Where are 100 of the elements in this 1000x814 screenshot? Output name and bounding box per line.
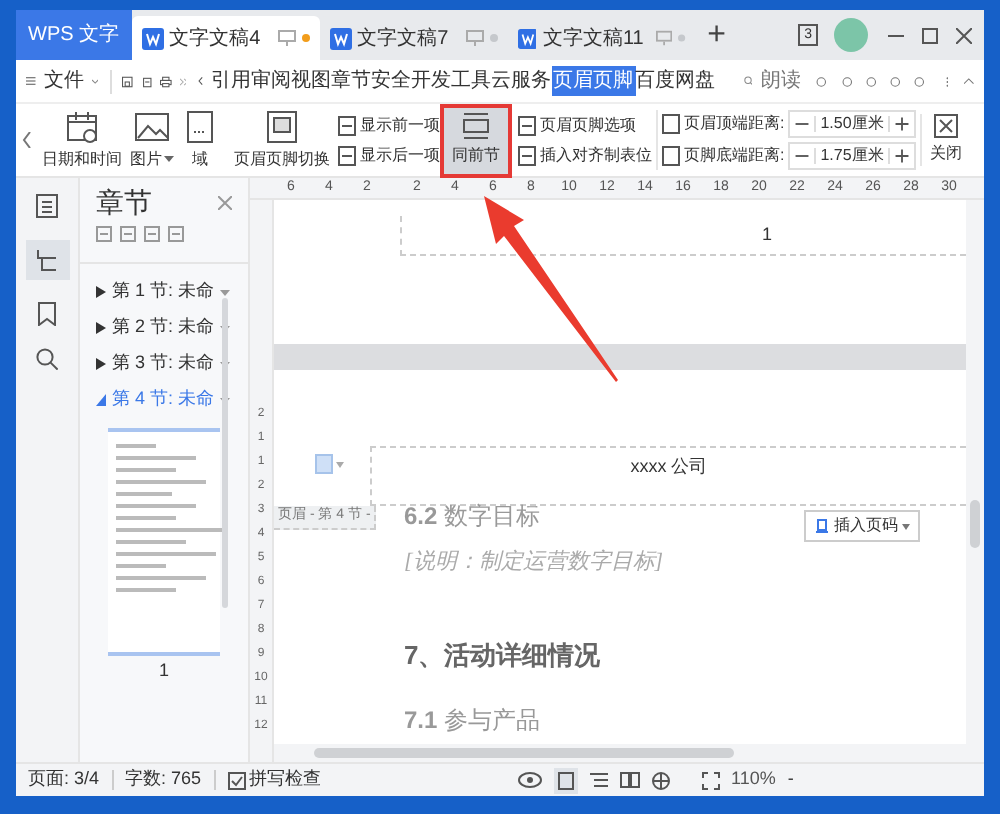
menu-tab[interactable]: 引用 <box>211 66 252 96</box>
collapsed-triangle-icon <box>96 358 106 370</box>
spinner-value: 1.75厘米 <box>818 144 886 168</box>
field-icon <box>182 109 218 143</box>
zoom-out-button[interactable]: - <box>787 766 794 794</box>
spell-check-button[interactable]: 拼写检查 <box>227 766 322 794</box>
expand-all-icon[interactable] <box>96 226 112 242</box>
check-box-icon <box>227 771 246 789</box>
chapters-panel-button[interactable] <box>25 240 69 280</box>
document-icon <box>329 27 352 49</box>
ribbon-button[interactable]: 显示后一项 <box>338 143 440 167</box>
monitor-icon <box>655 30 672 46</box>
section-item[interactable]: 第 1 节: 未命 <box>80 274 248 310</box>
ribbon-button[interactable]: 页眉页脚切换 <box>230 109 334 171</box>
field-label: 页脚底端距离: <box>684 144 785 168</box>
minus-icon[interactable] <box>790 116 817 132</box>
add-section-icon[interactable] <box>144 226 160 242</box>
search-icon <box>743 72 753 90</box>
ribbon-button[interactable]: 显示前一项 <box>338 113 440 137</box>
panel-title: 章节 <box>96 184 152 222</box>
outline-view-icon[interactable] <box>589 772 608 788</box>
image-icon <box>134 109 170 143</box>
book-icon[interactable] <box>619 772 640 788</box>
page-icon <box>338 145 356 165</box>
remove-section-icon[interactable] <box>168 226 184 242</box>
print-icon[interactable] <box>159 71 172 91</box>
ribbon-button[interactable]: 域 <box>178 109 222 171</box>
search-icon[interactable] <box>36 348 58 370</box>
close-button[interactable]: 关闭 <box>920 114 971 166</box>
margin-spinner[interactable]: 1.75厘米 <box>788 142 917 170</box>
chevron-up-icon[interactable] <box>964 76 974 86</box>
page-icon <box>264 109 300 143</box>
vertical-scrollbar[interactable] <box>970 500 980 548</box>
ribbon-button[interactable]: 图片 <box>126 109 178 171</box>
spinner-value: 1.50厘米 <box>818 112 886 136</box>
options-icon <box>518 145 536 165</box>
caret-icon <box>336 462 344 468</box>
save-icon[interactable] <box>122 71 134 91</box>
menu-tab[interactable]: 开发工具 <box>411 66 492 96</box>
fit-screen-icon[interactable] <box>701 771 720 789</box>
page-thumbnail[interactable] <box>108 428 220 656</box>
monitor-icon <box>277 30 296 46</box>
menu-tab[interactable]: 视图 <box>291 66 332 96</box>
menu-tab[interactable]: 章节 <box>331 66 372 96</box>
document-icon <box>141 27 164 49</box>
footer-page-number: 1 <box>762 221 773 248</box>
expanded-triangle-icon <box>96 394 106 406</box>
chevron-left-icon[interactable] <box>198 74 204 88</box>
note-text: [说明：制定运营数字目标] <box>404 548 664 578</box>
ribbon-button[interactable]: 日期和时间 <box>38 109 126 171</box>
menu-tab[interactable]: 审阅 <box>251 66 292 96</box>
horizontal-scrollbar[interactable] <box>314 748 734 758</box>
chevron-left-icon[interactable] <box>22 132 32 148</box>
collapsed-triangle-icon <box>96 286 106 298</box>
options-icon <box>518 115 536 135</box>
collapse-all-icon[interactable] <box>120 226 136 242</box>
subheading: 6.2 数字目标 <box>404 500 543 534</box>
close-icon[interactable] <box>218 196 232 210</box>
field-label: 页眉顶端距离: <box>684 112 785 136</box>
app-tab[interactable]: WPS 文字 <box>16 10 132 60</box>
hierarchy-icon <box>36 249 58 271</box>
menu-tab[interactable]: 安全 <box>371 66 412 96</box>
caret-icon <box>220 289 231 295</box>
caret-icon <box>902 523 910 529</box>
calendar-clock-icon <box>64 109 100 143</box>
tab-title: 文字文稿7 <box>357 25 449 53</box>
insert-page-number-button[interactable]: 插入页码 <box>804 510 920 542</box>
maximize-icon[interactable] <box>922 27 938 43</box>
same-as-previous-button[interactable]: 同前节 <box>444 107 508 173</box>
document-tab[interactable]: 文字文稿4 <box>131 16 320 60</box>
globe-icon[interactable] <box>651 771 670 789</box>
ribbon-button[interactable]: 插入对齐制表位 <box>518 143 652 167</box>
chevron-down-icon <box>91 77 98 85</box>
margin-spinner[interactable]: 1.50厘米 <box>788 110 917 138</box>
menu-tab[interactable]: 云服务 <box>491 66 552 96</box>
header-text: xxxx 公司 <box>630 454 708 480</box>
bookmark-icon[interactable] <box>38 302 56 326</box>
highlight-frame <box>440 103 512 177</box>
file-menu[interactable]: 文件 <box>43 66 84 96</box>
page-view-button[interactable] <box>553 767 578 793</box>
document-outline-icon[interactable] <box>36 194 58 218</box>
ribbon-button[interactable]: 页眉页脚选项 <box>518 113 652 137</box>
page-number-icon <box>814 518 830 534</box>
close-icon[interactable] <box>956 27 972 43</box>
menu-icon[interactable] <box>26 74 36 88</box>
menu-tab[interactable]: 页眉页脚 <box>551 66 636 96</box>
minus-icon[interactable] <box>790 148 817 164</box>
tab-title: 文字文稿4 <box>169 25 261 53</box>
page-number-label: 1 <box>156 658 171 684</box>
document-icon <box>517 27 537 49</box>
close-box-icon <box>934 114 959 138</box>
heading: 7、活动详细情况 <box>404 640 603 674</box>
new-tab-button[interactable]: + <box>707 11 726 59</box>
collapsed-triangle-icon <box>96 322 106 334</box>
read-aloud-button[interactable]: 朗读 <box>760 66 801 96</box>
tab-title: 文字文稿11 <box>542 25 644 53</box>
page-view-icon <box>557 771 574 789</box>
eye-icon[interactable] <box>517 772 542 788</box>
zoom-level[interactable]: 110% <box>731 766 776 794</box>
page-icon <box>338 115 356 135</box>
